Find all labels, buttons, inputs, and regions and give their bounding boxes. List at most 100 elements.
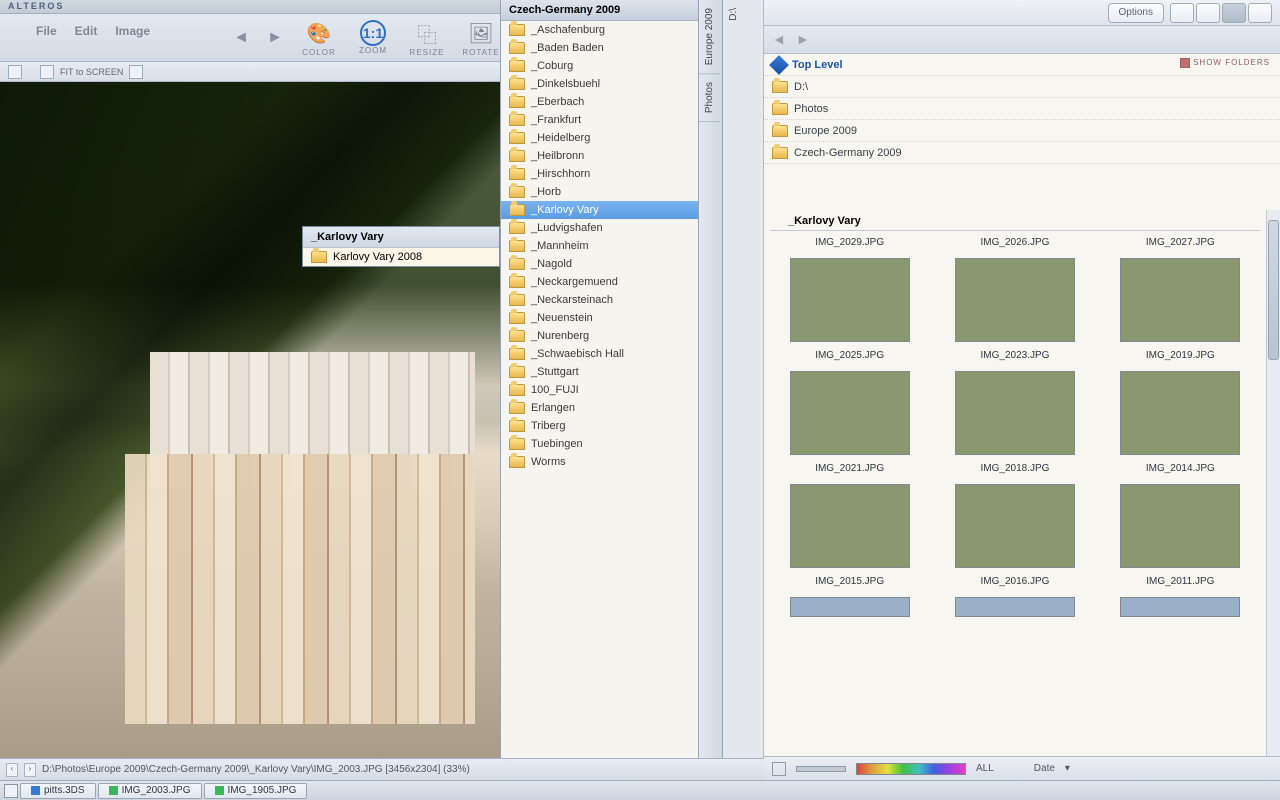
vtab-europe[interactable]: Europe 2009 bbox=[699, 0, 720, 74]
status-next-icon[interactable]: › bbox=[24, 763, 36, 777]
folder-icon bbox=[509, 312, 525, 324]
crumb-czech[interactable]: Czech-Germany 2009 bbox=[764, 142, 1280, 164]
folder-icon bbox=[509, 240, 525, 252]
folder-item[interactable]: _Coburg bbox=[501, 57, 698, 75]
thumbnail[interactable]: IMG_2015.JPG bbox=[770, 480, 929, 587]
vtab-drive[interactable]: D:\ bbox=[723, 0, 744, 29]
folder-item[interactable]: _Nurenberg bbox=[501, 327, 698, 345]
folder-icon bbox=[772, 103, 788, 115]
nav-forward-icon[interactable]: ► bbox=[796, 31, 814, 49]
vtab-photos[interactable]: Photos bbox=[699, 74, 720, 122]
folder-label: 100_FUJI bbox=[531, 384, 579, 396]
thumb-label: IMG_2014.JPG bbox=[1101, 463, 1260, 474]
viewmode-2-icon[interactable] bbox=[1196, 3, 1220, 23]
image-viewer[interactable] bbox=[0, 82, 500, 758]
options-button[interactable]: Options bbox=[1108, 3, 1164, 23]
filter-all-label[interactable]: ALL bbox=[976, 763, 994, 774]
thumbnail[interactable]: IMG_2018.JPG bbox=[935, 367, 1094, 474]
next-arrow-icon[interactable]: ► bbox=[264, 27, 286, 49]
thumb-image bbox=[1120, 597, 1240, 617]
folder-item[interactable]: _Neckarsteinach bbox=[501, 291, 698, 309]
thumb-image bbox=[790, 597, 910, 617]
tool-zoom[interactable]: 1:1ZOOM bbox=[352, 20, 394, 55]
thumbnail[interactable]: IMG_2026.JPG bbox=[935, 237, 1094, 248]
thumbnail[interactable]: IMG_2019.JPG bbox=[1101, 254, 1260, 361]
folder-item[interactable]: Erlangen bbox=[501, 399, 698, 417]
thumbnail[interactable]: IMG_2014.JPG bbox=[1101, 367, 1260, 474]
folder-panel: Czech-Germany 2009 _Aschafenburg_Baden B… bbox=[500, 0, 699, 780]
task-pitts[interactable]: pitts.3DS bbox=[20, 783, 96, 799]
folder-item[interactable]: _Ludvigshafen bbox=[501, 219, 698, 237]
tool-resize[interactable]: ⿻RESIZE bbox=[406, 18, 448, 57]
grid-size-icon[interactable] bbox=[772, 762, 786, 776]
nav-back-icon[interactable]: ◄ bbox=[772, 31, 790, 49]
menu-image[interactable]: Image bbox=[115, 24, 150, 38]
crumb-photos[interactable]: Photos bbox=[764, 98, 1280, 120]
task-img2003[interactable]: IMG_2003.JPG bbox=[98, 783, 202, 799]
scrollbar-handle[interactable] bbox=[1268, 220, 1279, 360]
folder-item[interactable]: _Dinkelsbuehl bbox=[501, 75, 698, 93]
folder-item[interactable]: _Aschafenburg bbox=[501, 21, 698, 39]
folder-item[interactable]: 100_FUJI bbox=[501, 381, 698, 399]
folder-item[interactable]: _Baden Baden bbox=[501, 39, 698, 57]
menu-edit[interactable]: Edit bbox=[75, 24, 98, 38]
pointer-tool-icon[interactable] bbox=[8, 65, 22, 79]
folder-item[interactable]: _Heilbronn bbox=[501, 147, 698, 165]
fit-to-screen-label[interactable]: FIT to SCREEN bbox=[60, 67, 123, 77]
folder-item[interactable]: _Neuenstein bbox=[501, 309, 698, 327]
thumbnail[interactable]: IMG_2011.JPG bbox=[1101, 480, 1260, 587]
thumb-scrollbar[interactable] bbox=[1266, 210, 1280, 756]
folder-item[interactable]: _Neckargemuend bbox=[501, 273, 698, 291]
task-img1905[interactable]: IMG_1905.JPG bbox=[204, 783, 308, 799]
color-filter-bar[interactable] bbox=[856, 763, 966, 775]
thumbnail[interactable]: IMG_2027.JPG bbox=[1101, 237, 1260, 248]
folder-item[interactable]: _Horb bbox=[501, 183, 698, 201]
sort-date-label[interactable]: Date bbox=[1034, 763, 1055, 774]
thumb-label: IMG_2018.JPG bbox=[935, 463, 1094, 474]
sort-arrow-icon[interactable]: ▾ bbox=[1065, 763, 1070, 774]
thumbnail[interactable] bbox=[1101, 593, 1260, 625]
status-prev-icon[interactable]: ‹ bbox=[6, 763, 18, 777]
thumbnail[interactable]: IMG_2025.JPG bbox=[770, 254, 929, 361]
folder-item[interactable]: Tuebingen bbox=[501, 435, 698, 453]
thumbnail[interactable] bbox=[935, 593, 1094, 625]
folder-item[interactable]: _Heidelberg bbox=[501, 129, 698, 147]
crumb-drive[interactable]: D:\ bbox=[764, 76, 1280, 98]
thumbnail[interactable]: IMG_2016.JPG bbox=[935, 480, 1094, 587]
crumb-europe[interactable]: Europe 2009 bbox=[764, 120, 1280, 142]
crumb-label: Europe 2009 bbox=[794, 125, 857, 137]
folder-label: _Eberbach bbox=[531, 96, 584, 108]
folder-item[interactable]: _Hirschhorn bbox=[501, 165, 698, 183]
tool-color[interactable]: 🎨COLOR bbox=[298, 18, 340, 57]
thumbnail[interactable]: IMG_2023.JPG bbox=[935, 254, 1094, 361]
folder-item[interactable]: _Nagold bbox=[501, 255, 698, 273]
folder-item[interactable]: _Eberbach bbox=[501, 93, 698, 111]
folder-item[interactable]: _Mannheim bbox=[501, 237, 698, 255]
popout-item[interactable]: Karlovy Vary 2008 bbox=[303, 248, 499, 266]
vertical-tabs: Europe 2009 Photos bbox=[699, 0, 723, 780]
folder-icon bbox=[509, 330, 525, 342]
prev-arrow-icon[interactable]: ◄ bbox=[230, 27, 252, 49]
viewmode-3-icon[interactable] bbox=[1222, 3, 1246, 23]
thumbnail[interactable]: IMG_2029.JPG bbox=[770, 237, 929, 248]
viewer-image bbox=[0, 82, 500, 758]
size-slider[interactable] bbox=[796, 766, 846, 772]
zoom-in-icon[interactable] bbox=[129, 65, 143, 79]
folder-item[interactable]: _Stuttgart bbox=[501, 363, 698, 381]
folder-icon bbox=[509, 384, 525, 396]
tool-rotate[interactable]: 🖼ROTATE bbox=[460, 18, 502, 57]
zoom-out-icon[interactable] bbox=[40, 65, 54, 79]
folder-item[interactable]: Worms bbox=[501, 453, 698, 471]
taskbar-menu-icon[interactable] bbox=[4, 784, 18, 798]
folder-item[interactable]: _Karlovy Vary bbox=[501, 201, 698, 219]
thumbnail[interactable]: IMG_2021.JPG bbox=[770, 367, 929, 474]
viewmode-4-icon[interactable] bbox=[1248, 3, 1272, 23]
thumbnail[interactable] bbox=[770, 593, 929, 625]
folder-item[interactable]: _Schwaebisch Hall bbox=[501, 345, 698, 363]
folder-item[interactable]: Triberg bbox=[501, 417, 698, 435]
show-folders-toggle[interactable]: SHOW FOLDERS bbox=[1180, 58, 1270, 68]
viewmode-1-icon[interactable] bbox=[1170, 3, 1194, 23]
folder-item[interactable]: _Frankfurt bbox=[501, 111, 698, 129]
thumb-label: IMG_2016.JPG bbox=[935, 576, 1094, 587]
menu-file[interactable]: File bbox=[36, 24, 57, 38]
